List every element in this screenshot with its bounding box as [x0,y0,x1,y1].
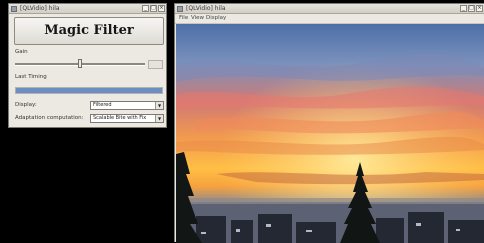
close-icon[interactable]: × [476,5,483,12]
maximize-icon[interactable]: □ [468,5,475,12]
window-title: [QLVidio] hila [20,5,60,12]
chevron-down-icon[interactable]: ▼ [155,102,163,109]
gain-label: Gain [15,49,28,55]
last-timing-label: Last Timing [15,74,47,80]
app-icon [177,6,183,12]
gain-spinbox[interactable] [148,60,163,69]
magic-filter-button[interactable]: Magic Filter [14,17,164,45]
adaptation-select[interactable]: Scalable Bite with Fix ▼ [90,114,164,123]
display-select-value: Filtered [93,102,112,108]
gain-slider-handle[interactable] [78,59,82,68]
control-window: [QLVidio] hila _ □ × Magic Filter Gain L… [8,3,167,128]
minimize-icon[interactable]: _ [142,5,149,12]
display-select[interactable]: Filtered ▼ [90,101,164,110]
menu-file[interactable]: File [179,15,188,22]
timing-progress-fill [16,88,162,93]
adaptation-label: Adaptation computation: [15,115,84,121]
maximize-icon[interactable]: □ [150,5,157,12]
video-window-titlebar[interactable]: [QLVidio] hila _ □ × [175,4,484,14]
chevron-down-icon[interactable]: ▼ [155,115,163,122]
adaptation-select-value: Scalable Bite with Fix [93,115,147,121]
menu-display[interactable]: Display [206,15,226,22]
minimize-icon[interactable]: _ [460,5,467,12]
timing-progress-bar [15,87,163,94]
display-label: Display: [15,102,37,108]
app-icon [11,6,17,12]
close-icon[interactable]: × [158,5,165,12]
video-window: [QLVidio] hila _ □ × File View Display [174,3,484,243]
window-title: [QLVidio] hila [186,5,226,12]
control-window-titlebar[interactable]: [QLVidio] hila _ □ × [9,4,166,14]
menu-view[interactable]: View [191,15,204,22]
sunset-video-frame [176,24,484,243]
menu-bar: File View Display [175,14,484,24]
